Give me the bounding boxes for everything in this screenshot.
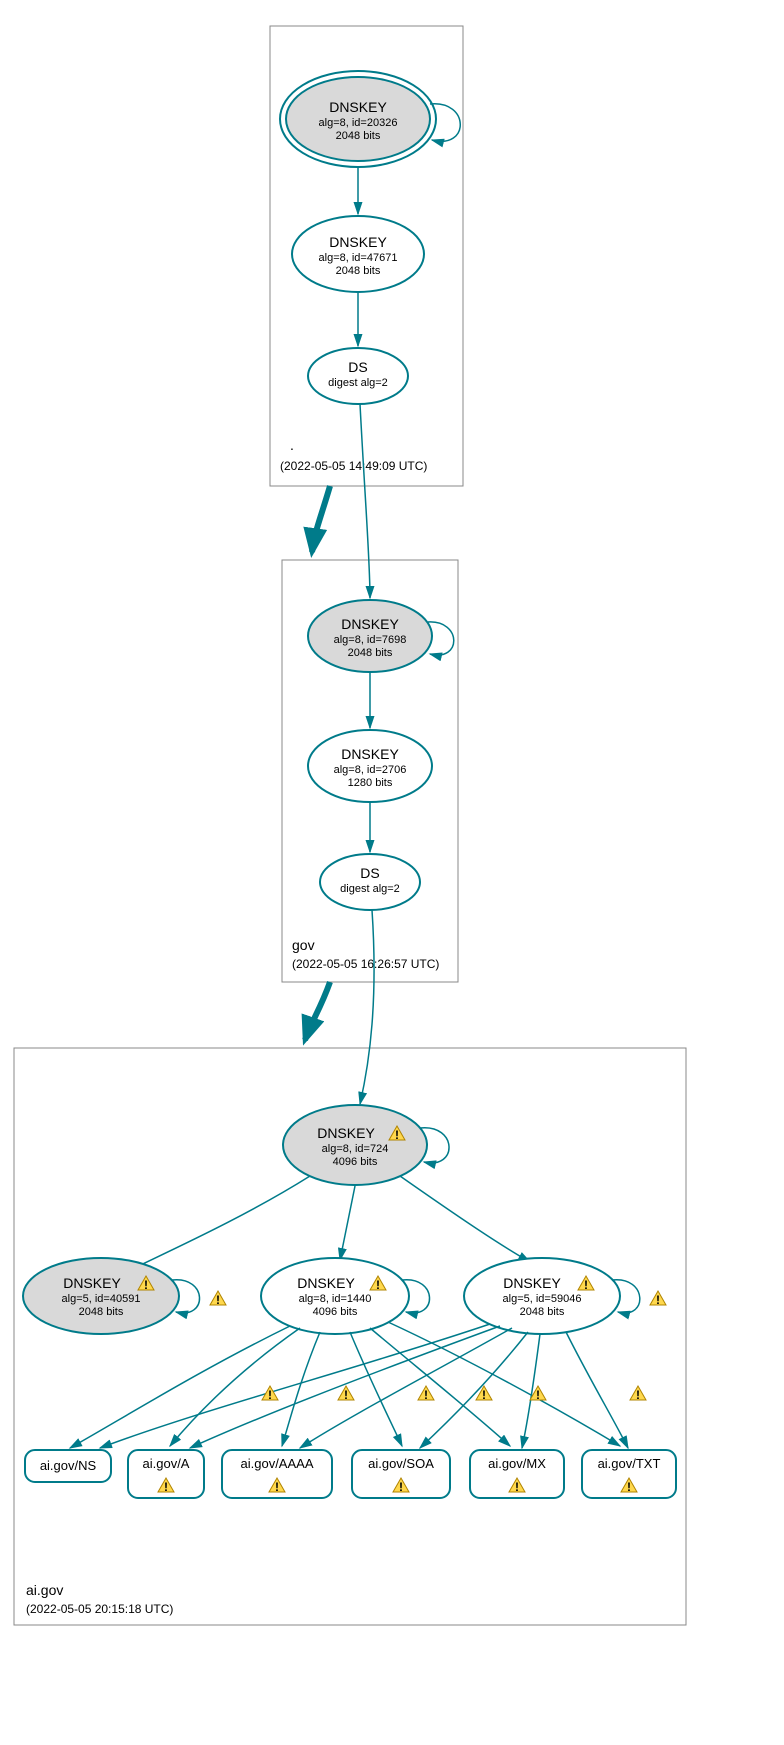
node-rr-txt: ai.gov/TXT bbox=[582, 1450, 676, 1498]
warning-icon bbox=[418, 1386, 434, 1402]
svg-text:2048 bits: 2048 bits bbox=[336, 130, 381, 142]
node-ai-ksk: DNSKEY alg=8, id=724 4096 bits bbox=[283, 1105, 427, 1185]
node-rr-mx: ai.gov/MX bbox=[470, 1450, 564, 1498]
edge-k3-ns bbox=[100, 1324, 490, 1448]
edge-ai-ksk-k2 bbox=[340, 1186, 355, 1260]
node-gov-ds: DS digest alg=2 bbox=[320, 854, 420, 910]
node-gov-zsk: DNSKEY alg=8, id=2706 1280 bits bbox=[308, 730, 432, 802]
svg-text:DNSKEY: DNSKEY bbox=[63, 1275, 121, 1291]
svg-text:alg=5, id=40591: alg=5, id=40591 bbox=[62, 1293, 141, 1305]
edge-k2-txt bbox=[388, 1322, 620, 1446]
svg-text:ai.gov/TXT: ai.gov/TXT bbox=[598, 1456, 661, 1471]
svg-text:alg=8, id=724: alg=8, id=724 bbox=[322, 1143, 389, 1155]
svg-text:2048 bits: 2048 bits bbox=[79, 1306, 124, 1318]
edge-root-ds-gov-ksk bbox=[360, 404, 370, 598]
svg-text:DNSKEY: DNSKEY bbox=[317, 1125, 375, 1141]
edge-root-to-gov-zone bbox=[312, 486, 330, 552]
node-root-ds: DS digest alg=2 bbox=[308, 348, 408, 404]
node-root-zsk: DNSKEY alg=8, id=47671 2048 bits bbox=[292, 216, 424, 292]
svg-text:DNSKEY: DNSKEY bbox=[341, 616, 399, 632]
node-ai-k1: DNSKEY alg=5, id=40591 2048 bits bbox=[23, 1258, 179, 1334]
svg-text:4096 bits: 4096 bits bbox=[333, 1156, 378, 1168]
svg-text:2048 bits: 2048 bits bbox=[520, 1306, 565, 1318]
node-rr-ns: ai.gov/NS bbox=[25, 1450, 111, 1482]
svg-text:alg=8, id=20326: alg=8, id=20326 bbox=[319, 117, 398, 129]
svg-text:DNSKEY: DNSKEY bbox=[329, 99, 387, 115]
edge-gov-ds-ai-ksk bbox=[360, 910, 374, 1104]
svg-text:1280 bits: 1280 bits bbox=[348, 777, 393, 789]
svg-text:2048 bits: 2048 bits bbox=[348, 647, 393, 659]
edge-k2-ns bbox=[70, 1326, 290, 1448]
warning-icon bbox=[630, 1386, 646, 1402]
svg-text:DS: DS bbox=[360, 865, 379, 881]
zone-gov-ts: (2022-05-05 16:26:57 UTC) bbox=[292, 957, 439, 971]
svg-text:alg=5, id=59046: alg=5, id=59046 bbox=[503, 1293, 582, 1305]
edge-ai-ksk-k3 bbox=[400, 1176, 530, 1262]
svg-text:ai.gov/NS: ai.gov/NS bbox=[40, 1458, 97, 1473]
svg-text:ai.gov/MX: ai.gov/MX bbox=[488, 1456, 546, 1471]
zone-gov-label: gov bbox=[292, 937, 315, 953]
node-ai-k3: DNSKEY alg=5, id=59046 2048 bits bbox=[464, 1258, 620, 1334]
warning-icon bbox=[338, 1386, 354, 1402]
edge-gov-to-aigov-zone bbox=[305, 982, 330, 1040]
warning-icon bbox=[210, 1291, 226, 1307]
zone-aigov-label: ai.gov bbox=[26, 1582, 63, 1598]
svg-text:2048 bits: 2048 bits bbox=[336, 265, 381, 277]
edge-k2-aaaa bbox=[282, 1332, 320, 1446]
node-root-ksk: DNSKEY alg=8, id=20326 2048 bits bbox=[280, 71, 436, 167]
svg-text:DNSKEY: DNSKEY bbox=[329, 234, 387, 250]
svg-text:DNSKEY: DNSKEY bbox=[503, 1275, 561, 1291]
warning-icon bbox=[650, 1291, 666, 1307]
node-gov-ksk: DNSKEY alg=8, id=7698 2048 bits bbox=[308, 600, 432, 672]
node-ai-k2: DNSKEY alg=8, id=1440 4096 bits bbox=[261, 1258, 409, 1334]
svg-text:ai.gov/AAAA: ai.gov/AAAA bbox=[241, 1456, 314, 1471]
svg-text:digest alg=2: digest alg=2 bbox=[328, 377, 388, 389]
zone-root-label: . bbox=[290, 437, 294, 453]
edge-ai-ksk-k1 bbox=[120, 1176, 310, 1275]
warning-icon bbox=[476, 1386, 492, 1402]
svg-text:alg=8, id=7698: alg=8, id=7698 bbox=[334, 634, 407, 646]
edge-k3-txt bbox=[566, 1332, 628, 1448]
svg-text:DS: DS bbox=[348, 359, 367, 375]
svg-text:DNSKEY: DNSKEY bbox=[341, 746, 399, 762]
node-rr-soa: ai.gov/SOA bbox=[352, 1450, 450, 1498]
zone-aigov-ts: (2022-05-05 20:15:18 UTC) bbox=[26, 1602, 173, 1616]
svg-text:ai.gov/A: ai.gov/A bbox=[143, 1456, 190, 1471]
node-rr-aaaa: ai.gov/AAAA bbox=[222, 1450, 332, 1498]
svg-text:alg=8, id=2706: alg=8, id=2706 bbox=[334, 764, 407, 776]
svg-text:ai.gov/SOA: ai.gov/SOA bbox=[368, 1456, 434, 1471]
svg-text:alg=8, id=1440: alg=8, id=1440 bbox=[299, 1293, 372, 1305]
svg-text:4096 bits: 4096 bits bbox=[313, 1306, 358, 1318]
svg-text:alg=8, id=47671: alg=8, id=47671 bbox=[319, 252, 398, 264]
node-rr-a: ai.gov/A bbox=[128, 1450, 204, 1498]
svg-text:DNSKEY: DNSKEY bbox=[297, 1275, 355, 1291]
zone-root-ts: (2022-05-05 14:49:09 UTC) bbox=[280, 459, 427, 473]
svg-text:digest alg=2: digest alg=2 bbox=[340, 883, 400, 895]
